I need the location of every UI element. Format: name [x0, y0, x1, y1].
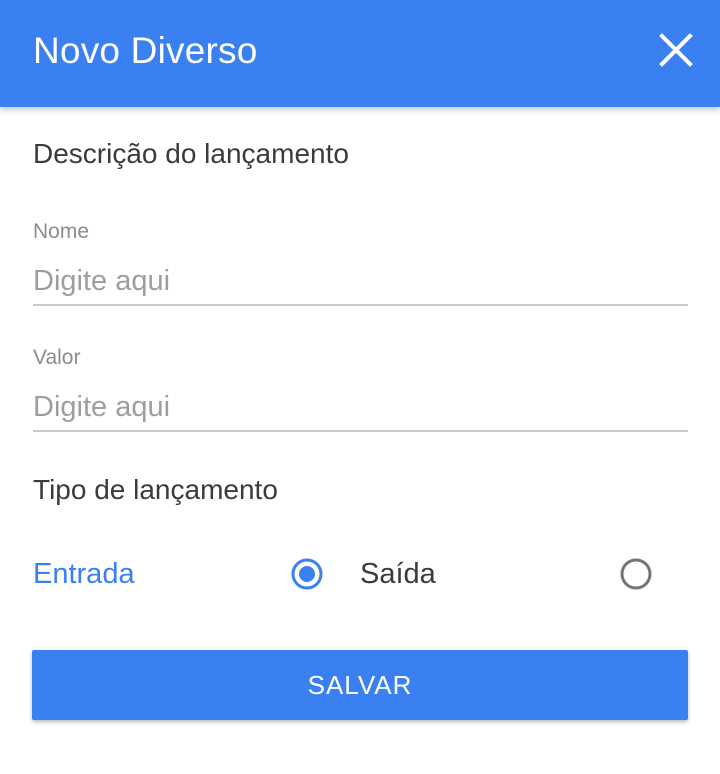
- radio-label-entrada[interactable]: Entrada: [33, 557, 135, 591]
- radio-unselected-icon: [620, 558, 652, 590]
- type-section-title: Tipo de lançamento: [33, 474, 278, 505]
- radio-selected-icon: [291, 558, 323, 590]
- value-input[interactable]: [33, 384, 688, 432]
- close-button[interactable]: [652, 26, 700, 74]
- description-section-title: Descrição do lançamento: [33, 138, 349, 169]
- save-button[interactable]: SALVAR: [32, 650, 688, 720]
- radio-entrada[interactable]: [291, 558, 323, 590]
- name-field-label: Nome: [33, 220, 90, 243]
- close-icon: [659, 33, 693, 67]
- radio-label-saida[interactable]: Saída: [360, 557, 436, 591]
- value-field-label: Valor: [33, 346, 81, 369]
- name-input[interactable]: [33, 258, 688, 306]
- radio-saida[interactable]: [620, 558, 652, 590]
- dialog-title: Novo Diverso: [33, 30, 258, 71]
- app-bar: Novo Diverso: [0, 0, 720, 107]
